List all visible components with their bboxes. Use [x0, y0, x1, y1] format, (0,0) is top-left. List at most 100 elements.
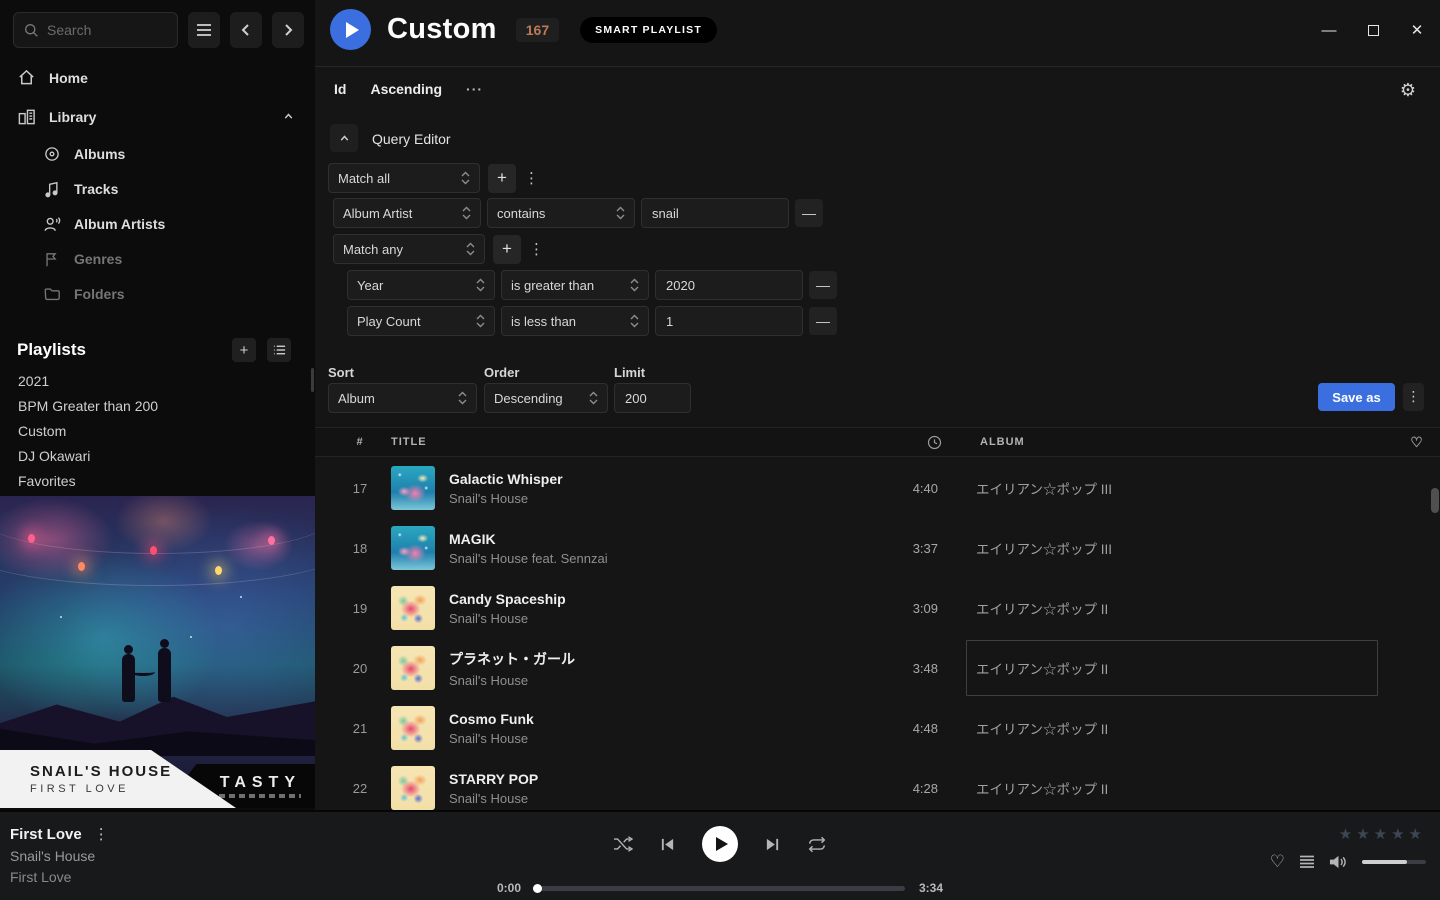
now-playing-menu-button[interactable]: ⋮: [94, 825, 109, 843]
volume-slider[interactable]: [1362, 860, 1426, 864]
rule-operator-select[interactable]: is greater than: [501, 270, 649, 300]
album-art-thumbnail[interactable]: [391, 646, 435, 690]
rule-value-input[interactable]: [641, 198, 789, 228]
rule-field-select[interactable]: Year: [347, 270, 495, 300]
table-row[interactable]: 19 Candy Spaceship Snail's House 3:09 エイ…: [315, 578, 1440, 638]
previous-button[interactable]: [660, 837, 675, 852]
settings-gear-icon[interactable]: ⚙: [1400, 80, 1416, 101]
rule-field-select[interactable]: Album Artist: [333, 198, 481, 228]
add-playlist-button[interactable]: +: [232, 338, 256, 362]
remove-rule-button[interactable]: —: [795, 199, 823, 227]
album-art-thumbnail[interactable]: [391, 466, 435, 510]
order-select[interactable]: Descending: [484, 383, 608, 413]
remove-rule-button[interactable]: —: [809, 271, 837, 299]
track-artist[interactable]: Snail's House: [449, 731, 869, 746]
now-playing-album[interactable]: First Love: [10, 869, 109, 885]
column-header-favorite[interactable]: ♡: [1394, 434, 1440, 451]
track-album[interactable]: エイリアン☆ポップ II: [966, 640, 1378, 696]
sidebar-item-tracks[interactable]: Tracks: [0, 171, 315, 206]
menu-button[interactable]: [188, 12, 220, 48]
favorite-button[interactable]: ♡: [1270, 852, 1285, 872]
sidebar-item-albums[interactable]: Albums: [0, 136, 315, 171]
album-art-thumbnail[interactable]: [391, 766, 435, 810]
sidebar-item-library[interactable]: Library: [0, 97, 315, 136]
back-button[interactable]: [230, 12, 262, 48]
track-artist[interactable]: Snail's House feat. Sennzai: [449, 551, 869, 566]
rule-value-input[interactable]: [655, 270, 803, 300]
play-playlist-button[interactable]: [330, 9, 371, 50]
add-rule-button[interactable]: +: [493, 235, 521, 264]
track-title[interactable]: MAGIK: [449, 531, 869, 547]
sort-direction-button[interactable]: Ascending: [370, 81, 442, 97]
save-as-button[interactable]: Save as: [1318, 383, 1395, 411]
search-input[interactable]: [13, 12, 178, 48]
query-editor-collapse-button[interactable]: [330, 124, 358, 152]
shuffle-button[interactable]: [613, 835, 633, 853]
track-title[interactable]: Candy Spaceship: [449, 591, 869, 607]
volume-button[interactable]: [1329, 854, 1348, 870]
playlist-list-button[interactable]: [267, 338, 291, 362]
queue-button[interactable]: [1299, 855, 1315, 869]
sidebar-scrollbar[interactable]: [311, 368, 314, 392]
group-menu-button[interactable]: ⋮: [524, 169, 539, 187]
track-artist[interactable]: Snail's House: [449, 791, 869, 806]
playlist-item[interactable]: 2021: [0, 369, 315, 394]
match-type-select[interactable]: Match any: [333, 234, 485, 264]
add-rule-button[interactable]: +: [488, 164, 516, 193]
maximize-button[interactable]: [1365, 22, 1381, 38]
match-type-select[interactable]: Match all: [328, 163, 480, 193]
track-title[interactable]: Cosmo Funk: [449, 711, 869, 727]
rule-operator-select[interactable]: contains: [487, 198, 635, 228]
column-header-album[interactable]: ALBUM: [970, 436, 1394, 448]
album-art-thumbnail[interactable]: [391, 706, 435, 750]
track-title[interactable]: Galactic Whisper: [449, 471, 869, 487]
search-field[interactable]: [47, 22, 157, 38]
track-title[interactable]: プラネット・ガール: [449, 649, 869, 669]
sort-select[interactable]: Album: [328, 383, 477, 413]
track-title[interactable]: STARRY POP: [449, 771, 869, 787]
sidebar-item-album-artists[interactable]: Album Artists: [0, 206, 315, 241]
track-album[interactable]: エイリアン☆ポップ III: [966, 460, 1378, 516]
track-album[interactable]: エイリアン☆ポップ II: [966, 760, 1378, 810]
rule-value-input[interactable]: [655, 306, 803, 336]
track-album[interactable]: エイリアン☆ポップ II: [966, 700, 1378, 756]
column-header-title[interactable]: TITLE: [391, 436, 873, 448]
save-menu-button[interactable]: ⋮: [1403, 383, 1424, 411]
close-button[interactable]: ✕: [1409, 22, 1425, 38]
rating-stars[interactable]: ★★★★★: [1339, 825, 1426, 843]
now-playing-artist[interactable]: Snail's House: [10, 848, 109, 864]
track-artist[interactable]: Snail's House: [449, 491, 869, 506]
repeat-button[interactable]: [807, 836, 827, 853]
seek-knob[interactable]: [533, 884, 542, 893]
next-button[interactable]: [765, 837, 780, 852]
track-artist[interactable]: Snail's House: [449, 673, 869, 688]
sort-field-button[interactable]: Id: [334, 81, 346, 97]
table-row[interactable]: 22 STARRY POP Snail's House 4:28 エイリアン☆ポ…: [315, 758, 1440, 810]
playlist-item[interactable]: Favorites: [0, 469, 315, 494]
sidebar-item-genres[interactable]: Genres: [0, 241, 315, 276]
rule-operator-select[interactable]: is less than: [501, 306, 649, 336]
seek-bar[interactable]: [535, 886, 905, 891]
more-options-button[interactable]: ···: [466, 81, 483, 97]
track-artist[interactable]: Snail's House: [449, 611, 869, 626]
sidebar-item-home[interactable]: Home: [0, 58, 315, 97]
playlist-item[interactable]: BPM Greater than 200: [0, 394, 315, 419]
table-row[interactable]: 18 MAGIK Snail's House feat. Sennzai 3:3…: [315, 518, 1440, 578]
table-row[interactable]: 17 Galactic Whisper Snail's House 4:40 エ…: [315, 458, 1440, 518]
remove-rule-button[interactable]: —: [809, 307, 837, 335]
album-art-thumbnail[interactable]: [391, 526, 435, 570]
sidebar-item-folders[interactable]: Folders: [0, 276, 315, 311]
chevron-up-icon[interactable]: [282, 110, 295, 123]
group-menu-button[interactable]: ⋮: [529, 240, 544, 258]
column-header-duration[interactable]: [873, 435, 942, 450]
album-art-thumbnail[interactable]: [391, 586, 435, 630]
rule-field-select[interactable]: Play Count: [347, 306, 495, 336]
play-pause-button[interactable]: [702, 826, 738, 862]
track-album[interactable]: エイリアン☆ポップ III: [966, 520, 1378, 576]
table-row[interactable]: 21 Cosmo Funk Snail's House 4:48 エイリアン☆ポ…: [315, 698, 1440, 758]
minimize-button[interactable]: —: [1321, 22, 1337, 38]
track-album[interactable]: エイリアン☆ポップ II: [966, 580, 1378, 636]
forward-button[interactable]: [272, 12, 304, 48]
table-scrollbar[interactable]: [1431, 488, 1439, 513]
column-header-index[interactable]: #: [341, 436, 379, 448]
